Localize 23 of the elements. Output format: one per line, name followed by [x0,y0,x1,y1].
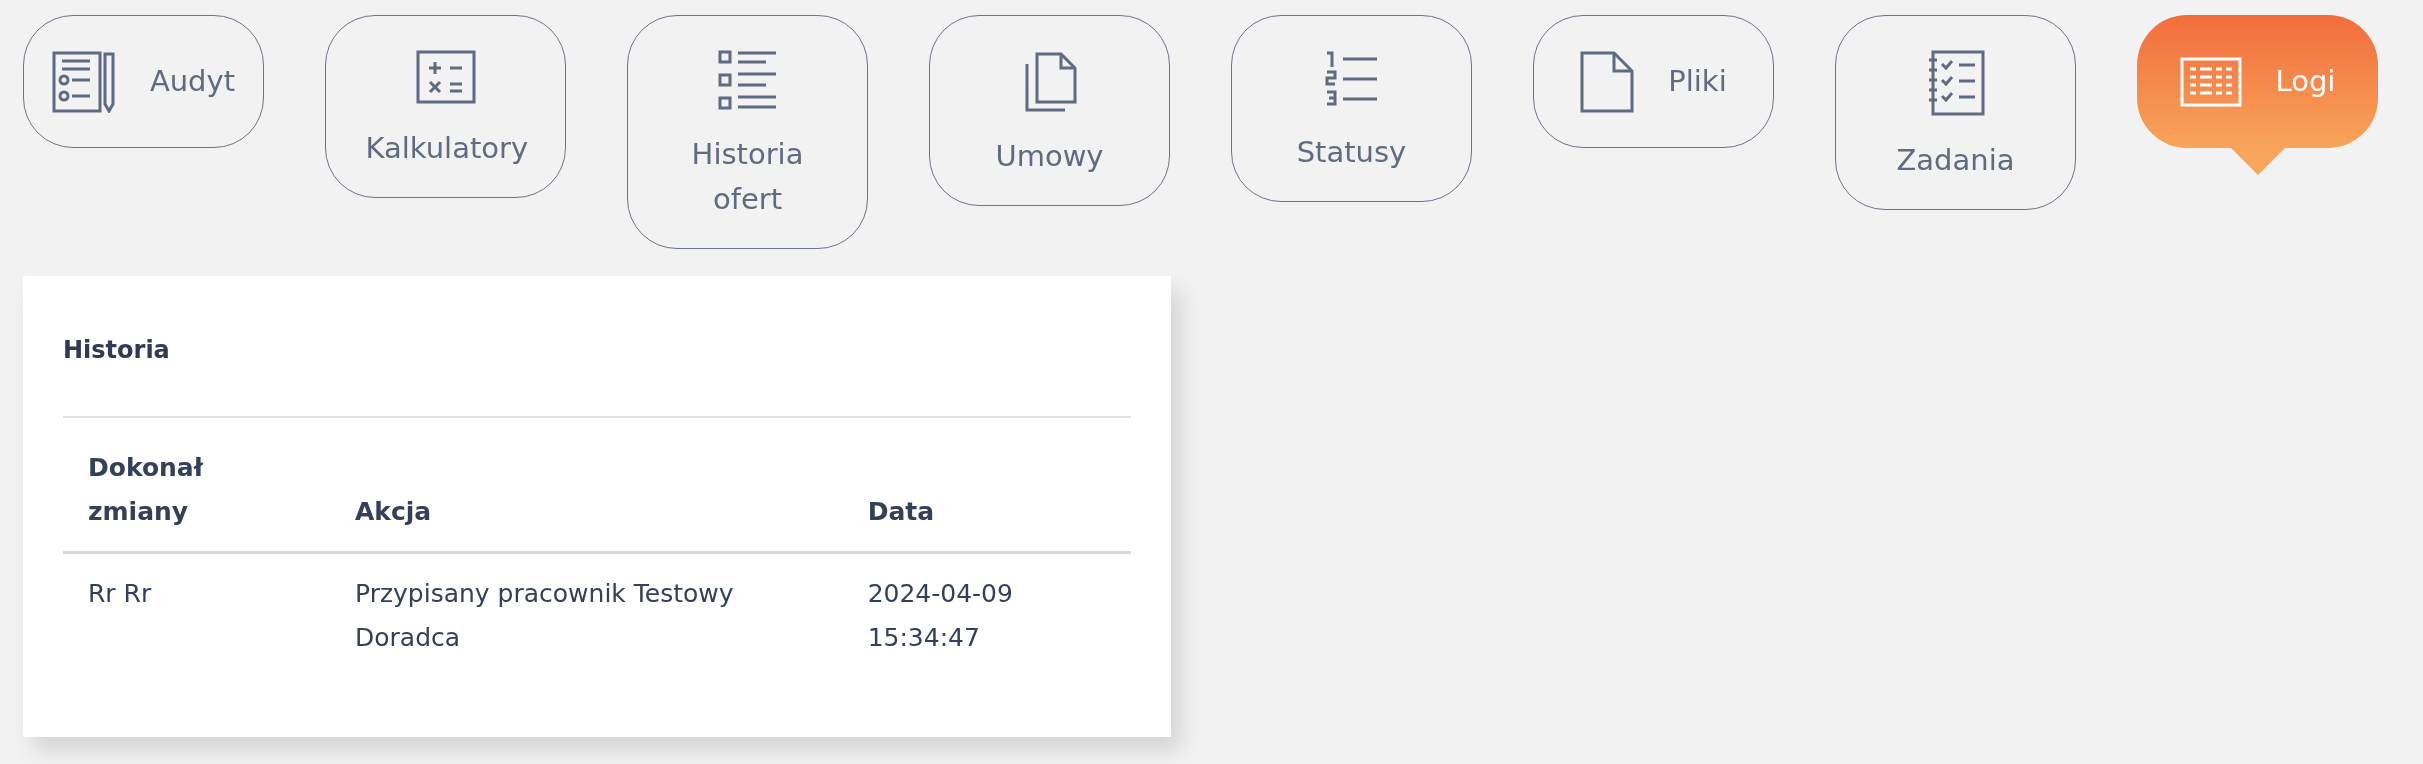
table-icon [2179,56,2242,107]
table-cell: Rr Rr [63,552,330,678]
tab-button[interactable]: Statusy [1231,15,1472,202]
tab-button[interactable]: Logi [2137,15,2378,148]
column-header: Dokonał zmiany [63,416,330,553]
column-header: Data [842,416,1131,553]
list-icon [717,50,778,110]
tab-button[interactable]: Zadania [1835,15,2076,210]
tab-button[interactable]: Kalkulatory [325,15,566,198]
card-title: Historia [63,334,171,366]
checklist-pencil-icon [51,50,116,113]
checklist-icon [1926,50,1985,116]
table-cell: Przypisany pracownik Testowy Doradca [330,552,843,678]
numbered-list-icon [1324,50,1379,108]
pointer-triangle [2229,147,2286,175]
column-header: Akcja [330,416,843,553]
table-cell: 2024-04-09 15:34:47 [842,552,1131,678]
calculator-icon [415,50,476,104]
tab-button[interactable]: Umowy [929,15,1170,206]
file-icon [1580,50,1635,113]
tab-button[interactable]: Audyt [23,15,264,148]
tab-button[interactable]: Pliki [1533,15,1774,148]
tab-button[interactable]: Historia ofert [627,15,868,249]
